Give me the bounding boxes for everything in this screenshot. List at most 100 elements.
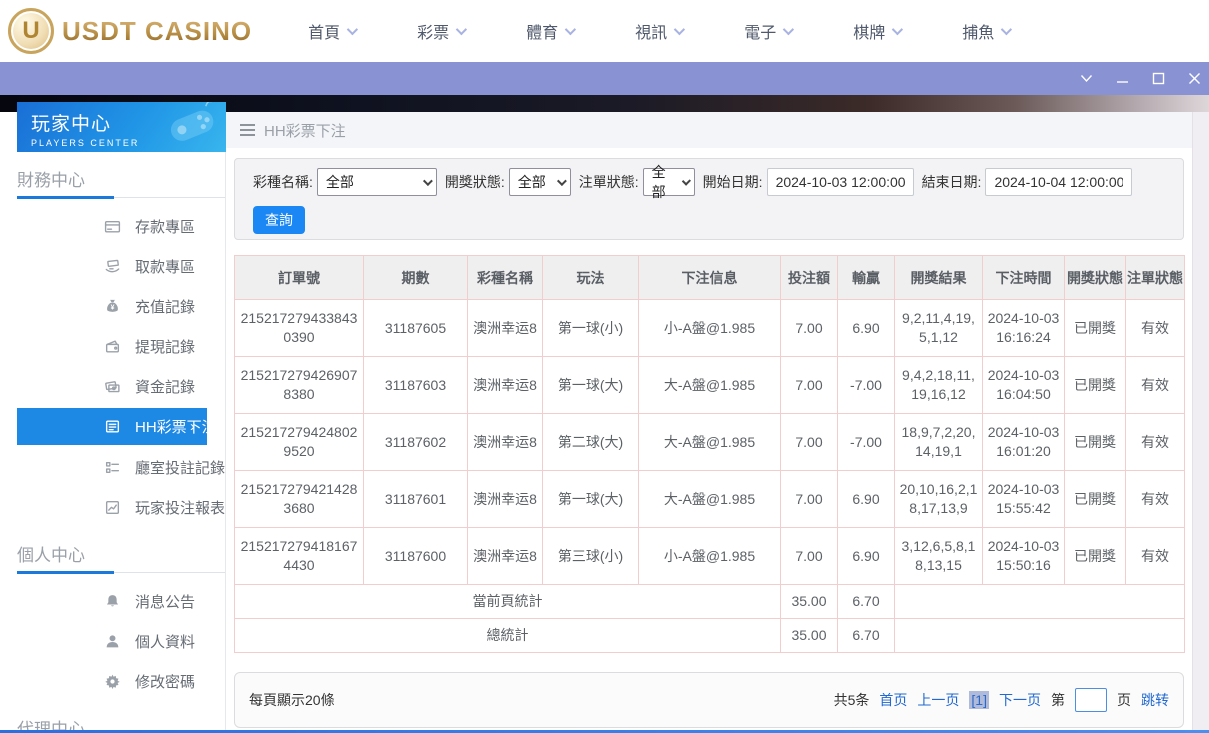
table-cell: -7.00 [838,357,895,414]
nav-label: 捕魚 [962,19,994,43]
table-cell: 2152172794248029520 [235,414,364,471]
summary-bet-total: 35.00 [781,619,838,653]
table-cell: 已開獎 [1065,357,1126,414]
svg-text:¥: ¥ [110,304,114,311]
prev-page-link[interactable]: 上一页 [917,690,959,710]
page-summary-row: 當前頁統計 35.00 6.70 [235,585,1185,619]
table-cell: 2024-10-03 16:01:20 [983,414,1065,471]
table-cell: 31187602 [364,414,468,471]
table-cell: 已開獎 [1065,414,1126,471]
column-header: 訂單號 [235,256,364,300]
table-cell: 6.90 [838,300,895,357]
report-chart-icon [103,498,121,516]
lottery-type-value: 全部 [326,172,354,192]
sidebar-item-label: 充值記錄 [135,296,195,317]
sidebar-item-hh-lottery-bets[interactable]: HH彩票下注 › [17,408,207,445]
sidebar: 財務中心 存款專區 取款專區 ¥ 充值記錄 [0,112,226,730]
next-page-link[interactable]: 下一页 [999,690,1041,710]
column-header: 輸贏 [838,256,895,300]
table-cell: 3,12,6,5,8,18,13,15 [895,528,983,585]
end-date-label: 結束日期: [922,172,982,192]
nav-label: 體育 [526,19,558,43]
table-header-row: 訂單號 期數 彩種名稱 玩法 下注信息 投注額 輸贏 開獎結果 下注時間 開獎狀… [235,256,1185,300]
table-cell: 澳洲幸运8 [468,414,543,471]
draw-status-select[interactable]: 全部 [509,168,571,196]
maximize-icon[interactable] [1151,72,1165,86]
draw-status-label: 開獎狀態: [445,172,505,192]
deposit-card-icon [103,217,121,235]
chevron-down-icon [892,24,903,35]
table-cell: 31187601 [364,471,468,528]
table-cell: 2152172794269078380 [235,357,364,414]
table-cell: 2152172794181674430 [235,528,364,585]
order-status-select[interactable]: 全部 [643,168,695,196]
nav-item-fishing[interactable]: 捕魚 [962,19,1009,43]
first-page-link[interactable]: 首页 [879,690,907,710]
close-icon[interactable] [1187,72,1201,86]
table-cell: 大-A盤@1.985 [639,414,781,471]
sidebar-item-funds-records[interactable]: 資金記錄 [17,366,207,406]
nav-item-boardgames[interactable]: 棋牌 [853,19,900,43]
sidebar-item-recharge-records[interactable]: ¥ 充值記錄 [17,286,207,326]
nav-item-lottery[interactable]: 彩票 [417,19,464,43]
jump-button[interactable]: 跳转 [1141,690,1169,710]
scrollbar-track[interactable] [1192,112,1209,730]
sidebar-item-withdrawal-records[interactable]: 提現記錄 [17,326,207,366]
bet-table: 訂單號 期數 彩種名稱 玩法 下注信息 投注額 輸贏 開獎結果 下注時間 開獎狀… [234,255,1184,653]
window-chevron-down-icon[interactable] [1079,72,1093,86]
window-title-bar [0,62,1209,95]
sidebar-item-label: 資金記錄 [135,376,195,397]
sidebar-item-player-bet-report[interactable]: 玩家投注報表 [17,487,207,527]
summary-winloss-total: 6.70 [838,585,895,619]
app-window: U USDT CASINO 首頁 彩票 體育 視訊 電子 棋牌 捕魚 [0,0,1209,733]
nav-item-sports[interactable]: 體育 [526,19,573,43]
nav-item-electronic[interactable]: 電子 [744,19,791,43]
start-date-input[interactable] [767,168,914,196]
pagination-bar: 每頁顯示20條 共5条 首页 上一页 [1] 下一页 第 页 跳转 [234,672,1184,728]
wallet-icon [103,337,121,355]
sidebar-item-hall-bet-records[interactable]: 廳室投註記錄 [17,447,207,487]
sidebar-item-announcements[interactable]: 消息公告 [17,581,207,621]
nav-item-video[interactable]: 視訊 [635,19,682,43]
column-header: 玩法 [543,256,639,300]
chevron-down-icon [423,176,433,186]
brand-logo[interactable]: U USDT CASINO [8,8,252,54]
summary-label: 總統計 [235,619,781,653]
sidebar-item-deposit[interactable]: 存款專區 [17,206,207,246]
hamburger-menu-icon[interactable] [240,124,255,136]
sidebar-item-label: 提現記錄 [135,336,195,357]
lottery-type-select[interactable]: 全部 [317,168,437,196]
hall-records-icon [103,458,121,476]
table-cell: 第一球(大) [543,471,639,528]
nav-label: 視訊 [635,19,667,43]
nav-item-home[interactable]: 首頁 [308,19,355,43]
summary-bet-total: 35.00 [781,585,838,619]
pager: 共5条 首页 上一页 [1] 下一页 第 页 跳转 [834,688,1169,712]
sidebar-item-label: 個人資料 [135,631,195,652]
table-cell: 澳洲幸运8 [468,471,543,528]
table-cell: 2024-10-03 15:50:16 [983,528,1065,585]
column-header: 下注信息 [639,256,781,300]
end-date-input[interactable] [985,168,1132,196]
search-button[interactable]: 查詢 [253,206,305,234]
sidebar-item-label: 玩家投注報表 [135,497,225,518]
table-cell: 7.00 [781,528,838,585]
window-controls [1079,62,1201,95]
page-title: HH彩票下注 [264,120,346,141]
sidebar-header: 玩家中心 PLAYERS CENTER [17,102,226,152]
jump-page-input[interactable] [1075,688,1107,712]
sidebar-item-label: 存款專區 [135,216,195,237]
table-cell: 大-A盤@1.985 [639,357,781,414]
lottery-list-icon [103,418,121,436]
minimize-icon[interactable] [1115,72,1129,86]
column-header: 開獎狀態 [1065,256,1126,300]
table-cell: 2024-10-03 15:55:42 [983,471,1065,528]
sidebar-item-label: 修改密碼 [135,671,195,692]
sidebar-item-profile[interactable]: 個人資料 [17,621,207,661]
summary-empty-cell [895,585,1185,619]
sidebar-item-label: 取款專區 [135,256,195,277]
sidebar-item-withdraw[interactable]: 取款專區 [17,246,207,286]
brand-name: USDT CASINO [62,16,252,47]
chevron-down-icon [557,176,567,186]
sidebar-item-change-password[interactable]: 修改密碼 [17,661,207,701]
